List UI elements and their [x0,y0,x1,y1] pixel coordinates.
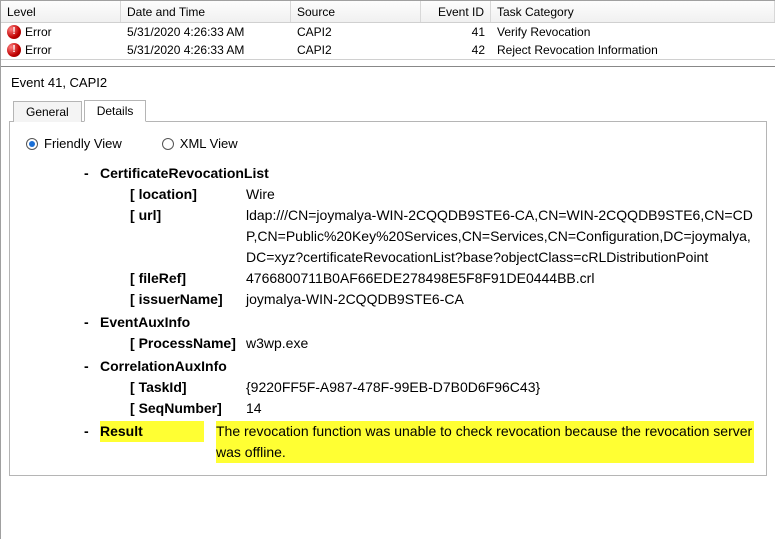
tab-body: Friendly View XML View -CertificateRevoc… [9,122,767,476]
col-header-eventid[interactable]: Event ID [421,1,491,22]
detail-title: Event 41, CAPI2 [9,73,767,98]
cell-date: 5/31/2020 4:26:33 AM [121,41,291,59]
error-icon [7,43,21,57]
kv-val: 14 [240,398,754,419]
kv-val: w3wp.exe [240,333,754,354]
table-row[interactable]: Error 5/31/2020 4:26:33 AM CAPI2 41 Veri… [1,23,775,41]
table-row[interactable]: Error 5/31/2020 4:26:33 AM CAPI2 42 Reje… [1,41,775,59]
kv-val: ldap:///CN=joymalya-WIN-2CQQDB9STE6-CA,C… [240,205,754,268]
radio-friendly-view[interactable]: Friendly View [26,136,122,151]
cell-task: Reject Revocation Information [491,41,775,59]
radio-dot-icon [162,138,174,150]
kv-fileref: fileRef 4766800711B0AF66EDE278498E5F8F91… [102,268,754,289]
radio-label: XML View [180,136,238,151]
kv-val: joymalya-WIN-2CQQDB9STE6-CA [240,289,754,310]
node-eventauxinfo: -EventAuxInfo ProcessName w3wp.exe [102,312,754,354]
kv-key: issuerName [130,289,240,310]
cell-level: Error [1,23,121,41]
view-toggle: Friendly View XML View [22,132,754,163]
kv-key: fileRef [130,268,240,289]
cell-source: CAPI2 [291,41,421,59]
radio-xml-view[interactable]: XML View [162,136,238,151]
grid-header: Level Date and Time Source Event ID Task… [1,1,775,23]
kv-key: location [130,184,240,205]
cell-date: 5/31/2020 4:26:33 AM [121,23,291,41]
node-name: CorrelationAuxInfo [100,356,227,377]
cell-task: Verify Revocation [491,23,775,41]
node-name: CertificateRevocationList [100,163,269,184]
kv-key: ProcessName [130,333,240,354]
result-value: The revocation function was unable to ch… [216,421,754,463]
kv-val: {9220FF5F-A987-478F-99EB-D7B0D6F96C43} [240,377,754,398]
radio-label: Friendly View [44,136,122,151]
tab-general[interactable]: General [13,101,82,122]
cell-level: Error [1,41,121,59]
kv-seqnumber: SeqNumber 14 [102,398,754,419]
tabstrip: General Details [9,98,767,122]
node-name: Result [100,421,204,442]
kv-issuername: issuerName joymalya-WIN-2CQQDB9STE6-CA [102,289,754,310]
cell-eventid: 41 [421,23,491,41]
kv-key: TaskId [130,377,240,398]
node-crl: -CertificateRevocationList location Wire… [102,163,754,310]
event-grid: Level Date and Time Source Event ID Task… [1,1,775,60]
friendly-tree: -CertificateRevocationList location Wire… [22,163,754,463]
kv-location: location Wire [102,184,754,205]
kv-key: SeqNumber [130,398,240,419]
kv-taskid: TaskId {9220FF5F-A987-478F-99EB-D7B0D6F9… [102,377,754,398]
kv-val: 4766800711B0AF66EDE278498E5F8F91DE0444BB… [240,268,754,289]
col-header-date[interactable]: Date and Time [121,1,291,22]
col-header-level[interactable]: Level [1,1,121,22]
detail-pane: Event 41, CAPI2 General Details Friendly… [1,66,775,476]
node-name: EventAuxInfo [100,312,190,333]
node-correlationauxinfo: -CorrelationAuxInfo TaskId {9220FF5F-A98… [102,356,754,419]
node-result: - Result The revocation function was una… [102,421,754,463]
kv-url: url ldap:///CN=joymalya-WIN-2CQQDB9STE6-… [102,205,754,268]
radio-dot-icon [26,138,38,150]
kv-processname: ProcessName w3wp.exe [102,333,754,354]
kv-val: Wire [240,184,754,205]
col-header-task[interactable]: Task Category [491,1,775,22]
kv-key: url [130,205,240,226]
cell-source: CAPI2 [291,23,421,41]
col-header-source[interactable]: Source [291,1,421,22]
cell-eventid: 42 [421,41,491,59]
error-icon [7,25,21,39]
tab-details[interactable]: Details [84,100,147,122]
